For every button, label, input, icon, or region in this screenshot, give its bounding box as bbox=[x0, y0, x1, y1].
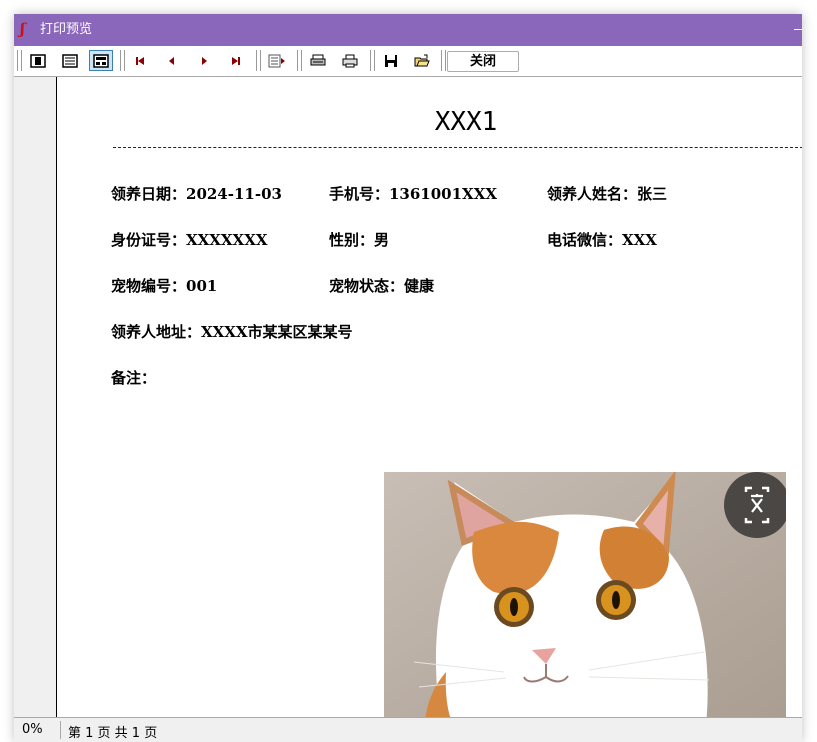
next-page-icon bbox=[202, 56, 207, 65]
ocr-scan-button[interactable] bbox=[724, 472, 786, 538]
report-page: XXX1 领养日期：2024-11-03 手机号：1361001XXX 领养人姓… bbox=[56, 77, 802, 717]
one-page-view-button[interactable] bbox=[26, 50, 50, 71]
two-page-view-button[interactable] bbox=[58, 50, 82, 71]
close-button[interactable]: 关闭 bbox=[447, 51, 519, 72]
one-page-view-icon bbox=[30, 53, 46, 68]
toolbar-separator bbox=[17, 50, 22, 71]
title-divider bbox=[113, 147, 802, 148]
first-page-button[interactable] bbox=[128, 50, 152, 71]
address-field: 领养人地址：XXXX市某某区某某号 bbox=[111, 323, 353, 341]
window-title: 打印预览 bbox=[40, 22, 93, 37]
gender-field: 性别：男 bbox=[329, 231, 390, 249]
print-preview-window: ʃ 打印预览 关闭 XXX1 领养日期：2024-11-03 手机号：13610… bbox=[14, 14, 802, 742]
print-icon bbox=[342, 54, 358, 67]
toolbar-separator bbox=[441, 50, 446, 71]
open-folder-button[interactable] bbox=[410, 50, 434, 71]
text-scan-icon bbox=[744, 486, 770, 524]
phone-field: 手机号：1361001XXX bbox=[329, 185, 497, 203]
goto-page-button[interactable] bbox=[265, 50, 289, 71]
fit-page-view-icon bbox=[93, 53, 109, 68]
previous-page-icon bbox=[169, 56, 174, 65]
toolbar-separator bbox=[370, 50, 375, 71]
id-number-field: 身份证号：XXXXXXX bbox=[111, 231, 268, 249]
last-page-button[interactable] bbox=[224, 50, 248, 71]
wechat-field: 电话微信：XXX bbox=[547, 231, 657, 249]
pet-number-field: 宠物编号：001 bbox=[111, 277, 218, 295]
print-button[interactable] bbox=[338, 50, 362, 71]
minimize-icon[interactable] bbox=[794, 29, 802, 30]
report-title: XXX1 bbox=[434, 107, 498, 137]
fit-page-view-button[interactable] bbox=[89, 50, 113, 71]
goto-page-icon bbox=[268, 54, 285, 67]
toolbar-separator bbox=[120, 50, 125, 71]
adopter-name-field: 领养人姓名：张三 bbox=[547, 185, 668, 203]
first-page-icon bbox=[136, 56, 144, 65]
foxpro-app-icon: ʃ bbox=[20, 20, 25, 38]
two-page-view-icon bbox=[62, 53, 78, 68]
remarks-field: 备注： bbox=[111, 369, 157, 387]
zoom-level: 0% bbox=[22, 722, 43, 737]
open-folder-icon bbox=[414, 54, 430, 66]
preview-area[interactable]: XXX1 领养日期：2024-11-03 手机号：1361001XXX 领养人姓… bbox=[14, 77, 802, 717]
adopt-date-field: 领养日期：2024-11-03 bbox=[111, 185, 282, 203]
pet-status-field: 宠物状态：健康 bbox=[329, 277, 435, 295]
page-indicator: 第 1 页 共 1 页 bbox=[68, 726, 158, 741]
save-icon bbox=[385, 54, 397, 67]
next-page-button[interactable] bbox=[192, 50, 216, 71]
print-setup-button[interactable] bbox=[306, 50, 330, 71]
save-button[interactable] bbox=[379, 50, 403, 71]
previous-page-button[interactable] bbox=[160, 50, 184, 71]
status-divider bbox=[60, 721, 61, 739]
toolbar-separator bbox=[297, 50, 302, 71]
last-page-icon bbox=[232, 56, 240, 65]
title-bar: ʃ 打印预览 bbox=[14, 14, 802, 46]
status-bar: 0% 第 1 页 共 1 页 bbox=[14, 717, 802, 742]
toolbar-separator bbox=[256, 50, 261, 71]
preview-toolbar: 关闭 bbox=[14, 46, 802, 77]
print-setup-icon bbox=[310, 54, 326, 65]
cat-photo bbox=[384, 472, 786, 717]
